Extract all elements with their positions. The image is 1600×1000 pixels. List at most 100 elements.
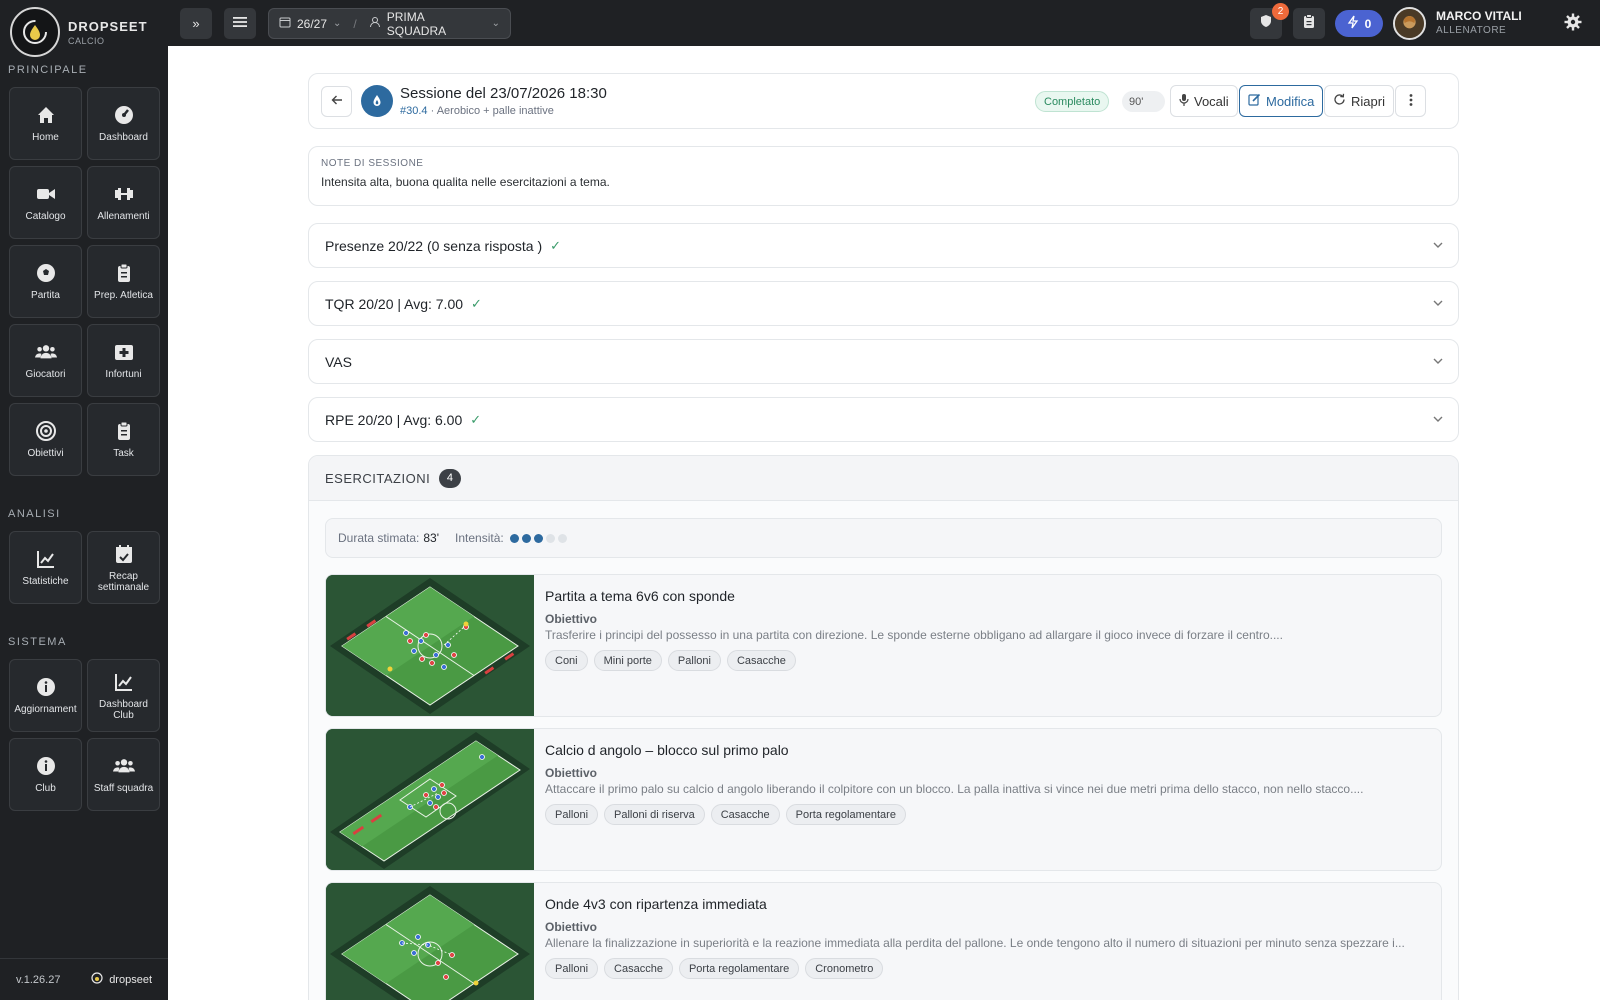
- sidebar-item-label: Home: [32, 132, 59, 143]
- accordion-presenze[interactable]: Presenze 20/22 (0 senza risposta ) ✓: [308, 223, 1459, 268]
- sidebar-item-recap-settimanale[interactable]: Recap settimanale: [87, 531, 160, 604]
- avatar[interactable]: [1393, 7, 1426, 40]
- intensity-dot: [509, 533, 519, 543]
- exercises-summary: Durata stimata: 83' Intensità:: [325, 518, 1442, 558]
- sidebar: DROPSEET CALCIO PRINCIPALE Home Dashboar…: [0, 0, 168, 1000]
- sidebar-item-club[interactable]: Club: [9, 738, 82, 811]
- equipment-tag: Porta regolamentare: [785, 804, 906, 825]
- edit-icon: [1248, 93, 1261, 109]
- footer-brand[interactable]: dropseet: [91, 972, 152, 987]
- sidebar-item-dashboard-club[interactable]: Dashboard Club: [87, 659, 160, 732]
- dumbbell-icon: [113, 183, 135, 205]
- notes-text: Intensita alta, buona qualita nelle eser…: [321, 175, 610, 189]
- accordion-label: Presenze 20/22 (0 senza risposta ): [325, 237, 543, 254]
- section-title-system: SISTEMA: [8, 636, 67, 648]
- session-number: #30.4: [400, 105, 428, 117]
- more-options-button[interactable]: [1395, 85, 1426, 117]
- exercise-title[interactable]: Calcio d angolo – blocco sul primo palo: [545, 742, 789, 758]
- settings-button[interactable]: [1564, 13, 1582, 36]
- intensity-dot: [557, 533, 567, 543]
- exercises-panel: ESERCITAZIONI 4 Durata stimata: 83' Inte…: [308, 455, 1459, 1000]
- clipboard-icon: [1303, 14, 1315, 33]
- refresh-icon: [1333, 93, 1346, 109]
- exercise-title[interactable]: Onde 4v3 con ripartenza immediata: [545, 896, 767, 912]
- sidebar-item-label: Task: [113, 448, 134, 459]
- sidebar-item-prep-atletica[interactable]: Prep. Atletica: [87, 245, 160, 318]
- sidebar-item-staff-squadra[interactable]: Staff squadra: [87, 738, 160, 811]
- voice-notes-button[interactable]: Vocali: [1170, 85, 1238, 117]
- target-icon: [35, 420, 57, 442]
- team-label[interactable]: PRIMA SQUADRA: [387, 10, 486, 38]
- notification-count-badge: 2: [1272, 3, 1289, 20]
- soccer-ball-icon: [35, 262, 57, 284]
- voice-notes-label: Vocali: [1194, 93, 1229, 109]
- back-button[interactable]: [321, 86, 352, 117]
- expand-label: »: [192, 16, 200, 31]
- sidebar-item-partita[interactable]: Partita: [9, 245, 82, 318]
- sidebar-footer: v.1.26.27 dropseet: [0, 958, 168, 1000]
- season-team-selector[interactable]: 26/27 ⌄ / PRIMA SQUADRA ⌄: [268, 8, 511, 39]
- bolt-icon: [1347, 15, 1359, 32]
- topbar: » 26/27 ⌄ / PRIMA SQUADRA ⌄ 2 0 MARCO VI…: [168, 0, 1600, 46]
- exercise-card[interactable]: Calcio d angolo – blocco sul primo palo …: [325, 728, 1442, 871]
- equipment-tag: Coni: [545, 650, 588, 671]
- arrow-left-icon: [331, 93, 343, 111]
- sidebar-item-label: Giocatori: [25, 369, 66, 380]
- accordion-label: VAS: [325, 353, 352, 370]
- duration-badge: 90': [1122, 91, 1165, 112]
- expand-sidebar-button[interactable]: »: [180, 8, 212, 39]
- equipment-tags: Palloni Palloni di riserva Casacche Port…: [545, 804, 906, 825]
- user-info[interactable]: MARCO VITALI ALLENATORE: [1436, 9, 1522, 36]
- equipment-tags: Palloni Casacche Porta regolamentare Cro…: [545, 958, 884, 979]
- video-icon: [35, 183, 57, 205]
- notifications-button[interactable]: 2: [1250, 3, 1289, 39]
- sidebar-item-label: Dashboard Club: [99, 698, 148, 721]
- exercises-header: ESERCITAZIONI 4: [309, 456, 1458, 501]
- sidebar-item-home[interactable]: Home: [9, 87, 82, 160]
- equipment-tag: Palloni di riserva: [604, 804, 705, 825]
- equipment-tag: Cronometro: [805, 958, 884, 979]
- section-title-main: PRINCIPALE: [8, 64, 88, 76]
- exercise-objective-label: Obiettivo: [545, 612, 598, 626]
- sidebar-item-dashboard[interactable]: Dashboard: [87, 87, 160, 160]
- task-clipboard-icon: [113, 420, 135, 442]
- tasks-button[interactable]: [1293, 8, 1325, 39]
- exercise-card[interactable]: Onde 4v3 con ripartenza immediata Obiett…: [325, 882, 1442, 1000]
- sidebar-item-catalogo[interactable]: Catalogo: [9, 166, 82, 239]
- sidebar-item-allenamenti[interactable]: Allenamenti: [87, 166, 160, 239]
- menu-button[interactable]: [224, 8, 256, 39]
- equipment-tag: Palloni: [667, 650, 721, 671]
- sidebar-item-infortuni[interactable]: Infortuni: [87, 324, 160, 397]
- exercise-title[interactable]: Partita a tema 6v6 con sponde: [545, 588, 735, 604]
- edit-label: Modifica: [1266, 93, 1315, 109]
- chevron-down-icon: ⌄: [491, 18, 500, 29]
- edit-button[interactable]: Modifica: [1239, 85, 1324, 117]
- shield-icon: [1259, 14, 1273, 33]
- reopen-button[interactable]: Riapri: [1324, 85, 1394, 117]
- info-icon: [35, 676, 57, 698]
- app-version: v.1.26.27: [16, 973, 61, 986]
- brand-logo: [10, 7, 60, 57]
- exercise-card[interactable]: Partita a tema 6v6 con sponde Obiettivo …: [325, 574, 1442, 717]
- intensity-dot: [533, 533, 543, 543]
- reopen-label: Riapri: [1351, 93, 1385, 109]
- sidebar-item-label: Statistiche: [22, 576, 69, 587]
- accordion-label: TQR 20/20 | Avg: 7.00: [325, 295, 464, 312]
- season-label[interactable]: 26/27: [297, 17, 327, 31]
- hamburger-icon: [233, 16, 247, 31]
- accordion-tqr[interactable]: TQR 20/20 | Avg: 7.00 ✓: [308, 281, 1459, 326]
- brand[interactable]: DROPSEET CALCIO: [10, 7, 148, 57]
- calendar-check-icon: [113, 543, 135, 565]
- chevron-down-icon: [1432, 412, 1444, 428]
- sidebar-item-aggiornamenti[interactable]: Aggiornament: [9, 659, 82, 732]
- exercise-objective: Allenare la finalizzazione in superiorit…: [545, 936, 1405, 950]
- accordion-vas[interactable]: VAS: [308, 339, 1459, 384]
- users-icon: [34, 341, 57, 363]
- sidebar-item-task[interactable]: Task: [87, 403, 160, 476]
- users-icon: [112, 755, 135, 777]
- sidebar-item-obiettivi[interactable]: Obiettivi: [9, 403, 82, 476]
- sidebar-item-giocatori[interactable]: Giocatori: [9, 324, 82, 397]
- accordion-rpe[interactable]: RPE 20/20 | Avg: 6.00 ✓: [308, 397, 1459, 442]
- sidebar-item-statistiche[interactable]: Statistiche: [9, 531, 82, 604]
- credits-button[interactable]: 0: [1335, 10, 1383, 37]
